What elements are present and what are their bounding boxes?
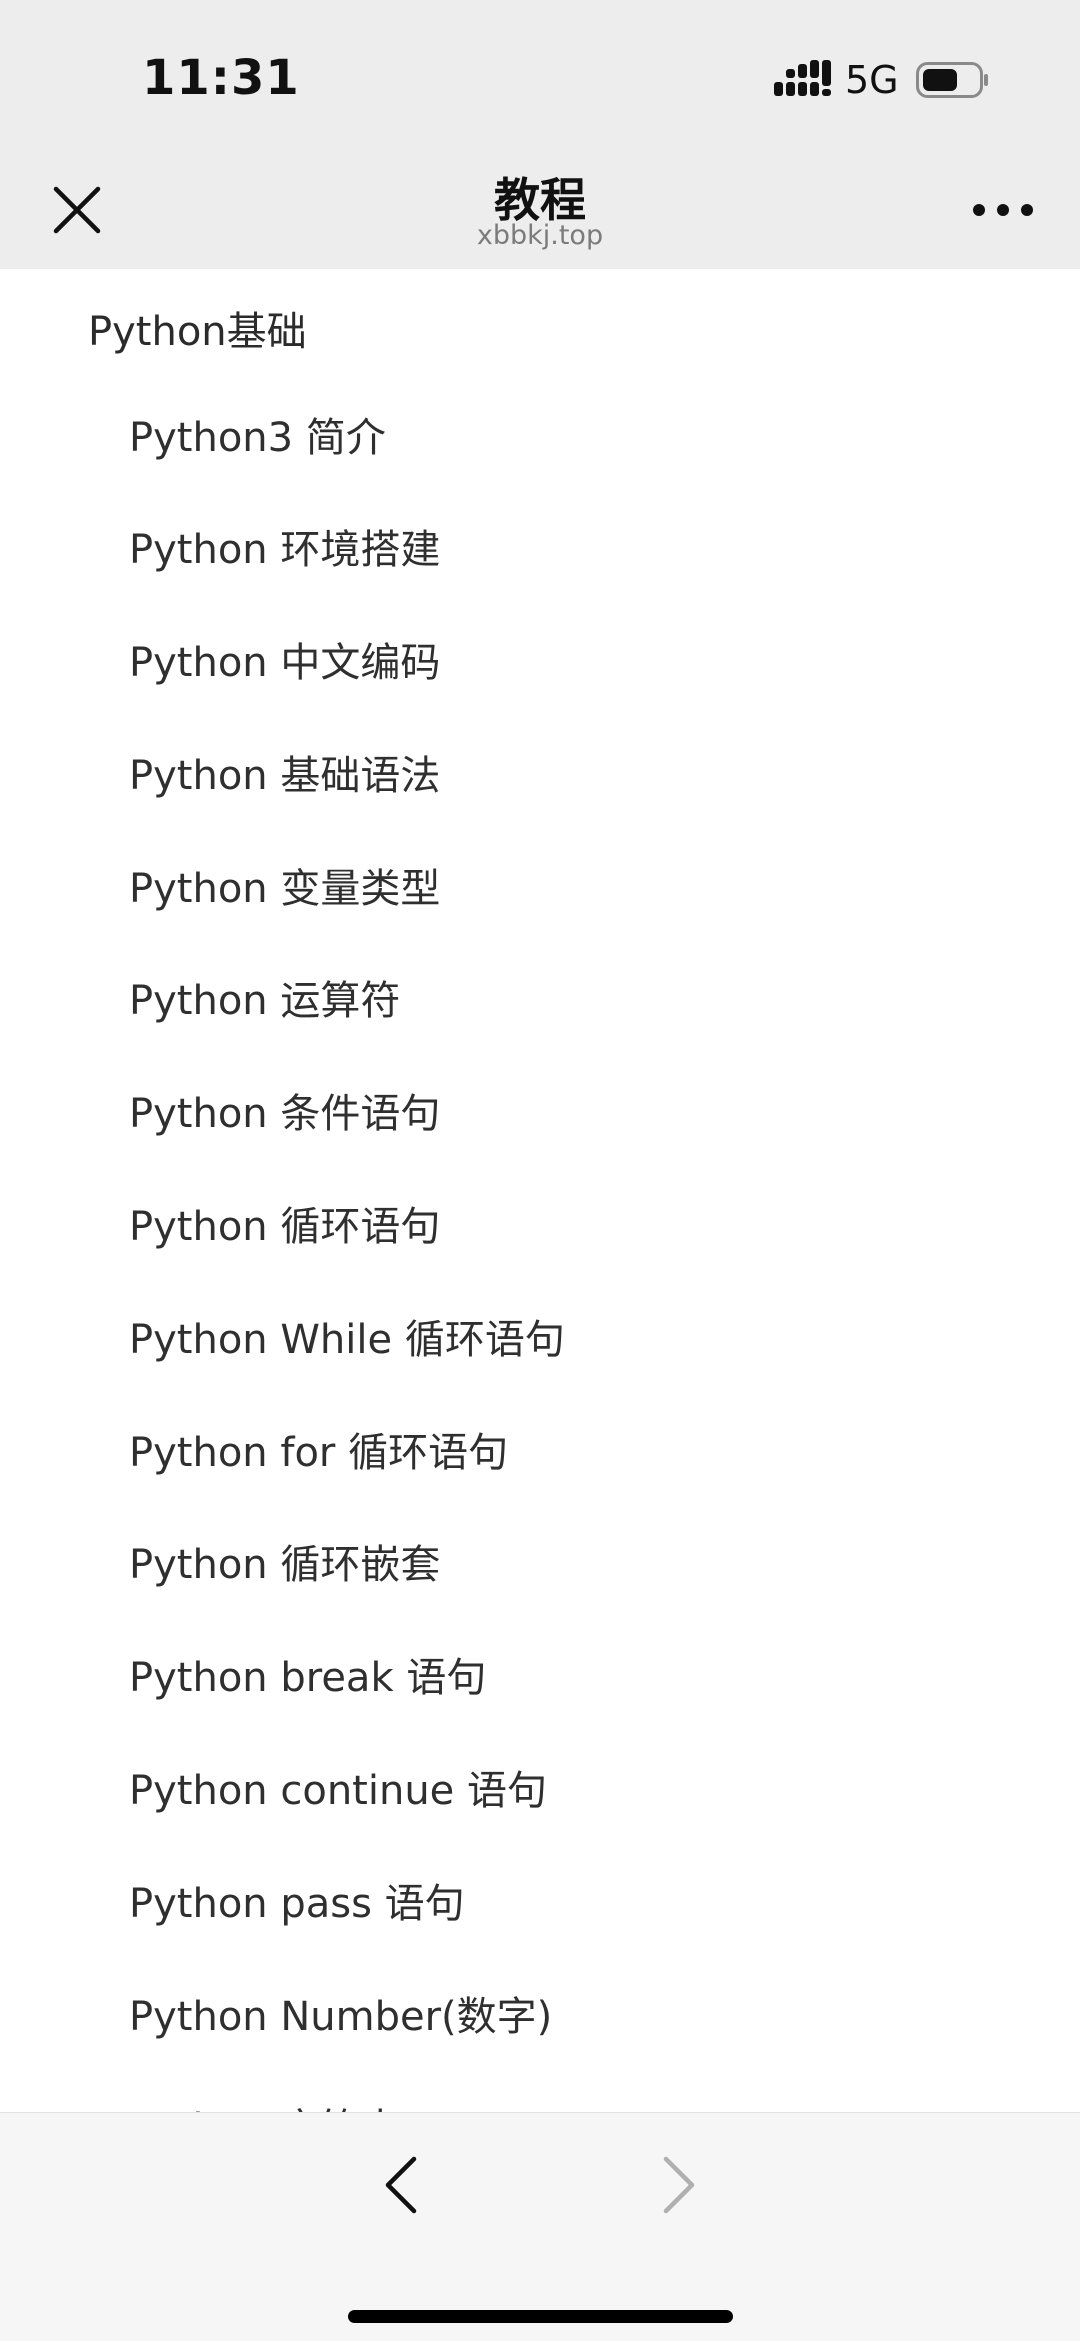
toc-item[interactable]: Python 基础语法 — [0, 720, 1080, 833]
signal-bars-icon — [774, 60, 831, 96]
toc-item[interactable]: Python 变量类型 — [0, 833, 1080, 946]
more-icon[interactable] — [972, 200, 1034, 220]
toc-item[interactable]: Python continue 语句 — [0, 1735, 1080, 1848]
toc-item[interactable]: Python 中文编码 — [0, 607, 1080, 720]
home-indicator — [348, 2310, 733, 2323]
status-time: 11:31 — [142, 50, 300, 106]
tutorial-toc: Python基础 Python3 简介 Python 环境搭建 Python 中… — [0, 269, 1080, 2112]
page-url: xbbkj.top — [476, 220, 604, 251]
toc-item[interactable]: Python Number(数字) — [0, 1961, 1080, 2074]
bottom-nav-bar — [0, 2112, 1080, 2341]
toc-item[interactable]: Python 条件语句 — [0, 1058, 1080, 1171]
toc-item[interactable]: Python break 语句 — [0, 1622, 1080, 1735]
status-bar: 11:31 5G — [0, 0, 1080, 150]
toc-item[interactable]: Python 循环语句 — [0, 1171, 1080, 1284]
title-bar: 教程 xbbkj.top — [0, 150, 1080, 269]
battery-icon — [916, 62, 988, 98]
toc-item[interactable]: Python3 简介 — [0, 382, 1080, 495]
network-type: 5G — [845, 58, 899, 102]
toc-list: Python3 简介 Python 环境搭建 Python 中文编码 Pytho… — [0, 382, 1080, 2113]
toc-item[interactable]: Python for 循环语句 — [0, 1397, 1080, 1510]
toc-item[interactable]: Python 字符串 — [0, 2073, 1080, 2112]
section-heading[interactable]: Python基础 — [88, 299, 307, 357]
chevron-left-icon[interactable] — [380, 2153, 424, 2217]
toc-item[interactable]: Python 环境搭建 — [0, 494, 1080, 607]
toc-item[interactable]: Python While 循环语句 — [0, 1284, 1080, 1397]
toc-item[interactable]: Python 循环嵌套 — [0, 1509, 1080, 1622]
toc-item[interactable]: Python 运算符 — [0, 945, 1080, 1058]
chevron-right-icon[interactable] — [656, 2153, 700, 2217]
toc-item[interactable]: Python pass 语句 — [0, 1848, 1080, 1961]
